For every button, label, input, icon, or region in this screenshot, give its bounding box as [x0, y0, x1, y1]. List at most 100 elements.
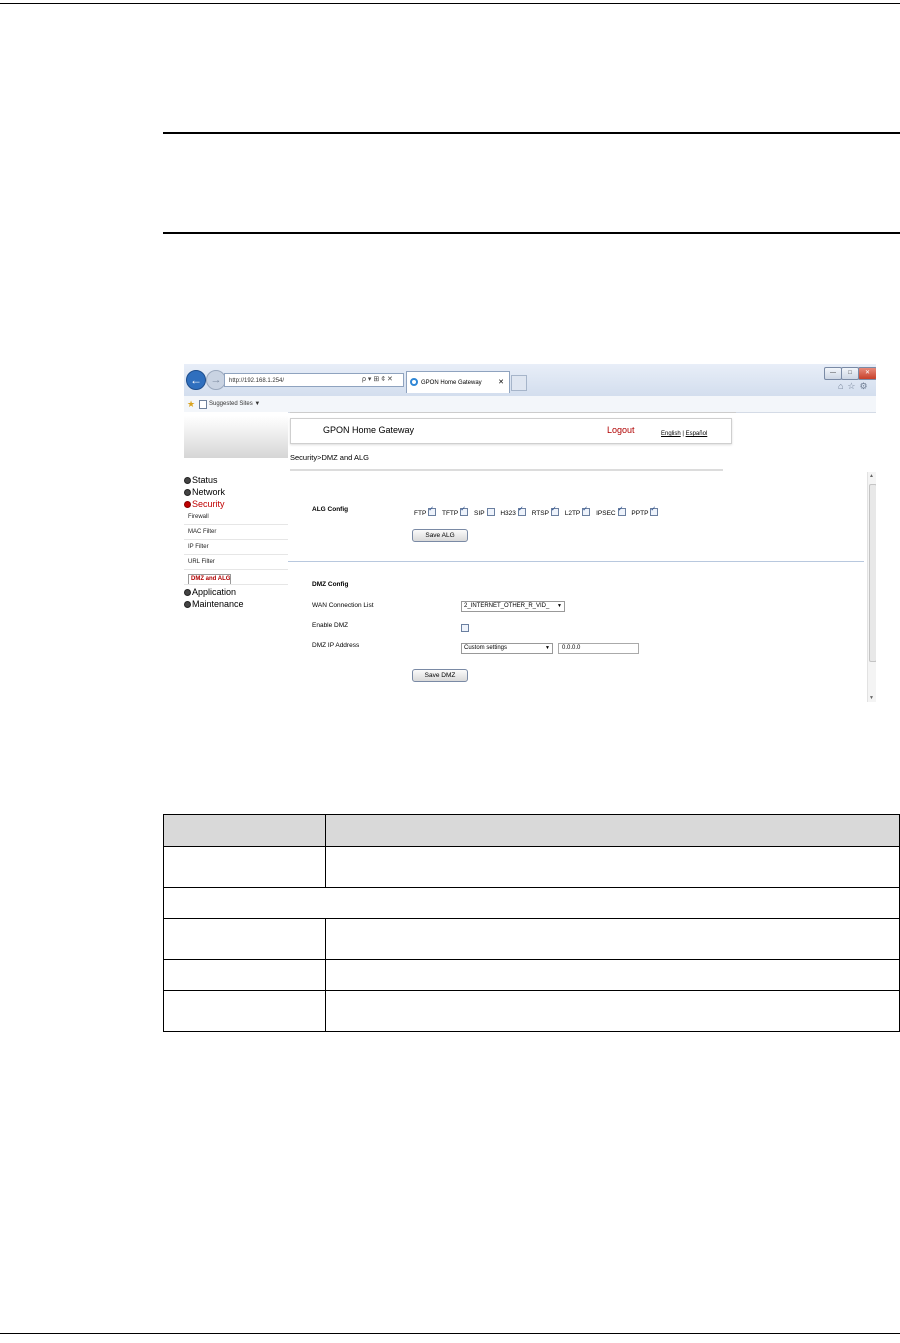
note-top-rule	[163, 132, 900, 134]
dropdown-arrow-icon: ▼	[545, 645, 550, 651]
menu-network[interactable]: Network	[184, 487, 225, 498]
home-star-gear-icons[interactable]: ⌂☆⚙	[838, 381, 872, 392]
tab-close-icon[interactable]: ✕	[498, 372, 504, 394]
wan-connection-select[interactable]: 2_INTERNET_OTHER_R_VID_ ▼	[461, 601, 565, 612]
expand-icon	[184, 477, 191, 484]
alg-ftp-checkbox[interactable]	[428, 505, 437, 516]
table-header-row	[163, 814, 900, 847]
menu-security[interactable]: Security	[184, 499, 225, 510]
alg-sip-checkbox[interactable]	[486, 508, 495, 516]
header-top-line	[290, 412, 736, 413]
enable-dmz-label: Enable DMZ	[312, 622, 349, 629]
table-cell	[163, 846, 326, 888]
alg-sip-label: SIP	[474, 510, 485, 517]
page-top-rule	[0, 3, 900, 4]
alg-config-title: ALG Config	[312, 506, 349, 513]
menu-mac-filter[interactable]: MAC Filter	[188, 529, 216, 535]
language-links: English | Español	[661, 431, 707, 437]
nav-header-bar	[184, 416, 288, 458]
alg-rtsp-checkbox[interactable]	[550, 505, 559, 516]
gateway-header: GPON Home Gateway Logout English | Españ…	[290, 418, 732, 444]
menu-maintenance[interactable]: Maintenance	[184, 599, 244, 610]
alg-pptp-checkbox[interactable]	[650, 505, 659, 516]
section-divider	[288, 561, 864, 562]
maximize-button[interactable]: □	[841, 367, 859, 380]
table-header-cell	[163, 814, 326, 847]
logout-link[interactable]: Logout	[607, 425, 635, 435]
alg-rtsp-label: RTSP	[531, 510, 549, 517]
close-window-button[interactable]: ✕	[858, 367, 876, 380]
alg-protocol-list: FTP TFTP SIP H323 RTSP L2TP IPSEC PPTP	[414, 505, 662, 517]
alg-l2tp-label: L2TP	[564, 510, 581, 517]
parameter-table	[163, 814, 900, 1032]
new-tab-button[interactable]	[511, 375, 527, 391]
menu-status[interactable]: Status	[184, 475, 218, 486]
table-cell	[325, 959, 900, 991]
product-name: GPON Home Gateway	[323, 425, 415, 435]
save-alg-button[interactable]: Save ALG	[412, 529, 468, 542]
table-cell	[325, 990, 900, 1032]
menu-application[interactable]: Application	[184, 587, 236, 598]
breadcrumb: Security>DMZ and ALG	[290, 453, 369, 462]
alg-tftp-checkbox[interactable]	[460, 505, 469, 516]
menu-divider	[184, 524, 288, 525]
note-bottom-rule	[163, 232, 900, 234]
table-cell	[325, 846, 900, 888]
dropdown-arrow-icon: ▼	[557, 603, 562, 609]
menu-divider	[184, 539, 288, 540]
ie-logo-icon	[410, 378, 418, 386]
table-row	[163, 846, 900, 888]
enable-dmz-checkbox[interactable]	[461, 624, 469, 632]
favorites-star-icon[interactable]: ★	[187, 396, 195, 412]
expand-icon	[184, 489, 191, 496]
menu-ip-filter[interactable]: IP Filter	[188, 544, 209, 550]
alg-h323-checkbox[interactable]	[517, 505, 526, 516]
breadcrumb-divider	[290, 469, 723, 471]
dmz-ip-mode-value: Custom settings	[464, 645, 508, 651]
lang-spanish-link[interactable]: Español	[686, 431, 708, 437]
dmz-alg-screenshot: ← → http://192.168.1.254/ ρ ▾ ⊞ ¢ ✕ GPON…	[184, 364, 876, 702]
table-cell	[163, 918, 326, 960]
wan-connection-value: 2_INTERNET_OTHER_R_VID_	[464, 603, 550, 609]
expand-icon	[184, 601, 191, 608]
menu-divider	[184, 584, 288, 585]
table-header-cell	[325, 814, 900, 847]
dmz-ip-input[interactable]: 0.0.0.0	[558, 643, 639, 654]
suggested-sites-link[interactable]: Suggested Sites ▼	[209, 396, 260, 412]
alg-ipsec-label: IPSEC	[596, 510, 616, 517]
alg-ftp-label: FTP	[414, 510, 427, 517]
table-row	[163, 959, 900, 991]
wan-connection-label: WAN Connection List	[312, 602, 374, 609]
scroll-thumb[interactable]	[869, 484, 876, 662]
lang-english-link[interactable]: English	[661, 431, 681, 437]
dmz-config-title: DMZ Config	[312, 581, 349, 588]
alg-ipsec-checkbox[interactable]	[617, 505, 626, 516]
menu-divider	[184, 554, 288, 555]
alg-pptp-label: PPTP	[631, 510, 649, 517]
browser-tab[interactable]: GPON Home Gateway ✕	[406, 371, 510, 393]
menu-firewall[interactable]: Firewall	[188, 514, 209, 520]
favorites-bar: ★ Suggested Sites ▼	[184, 396, 876, 413]
page-icon	[199, 400, 207, 409]
alg-h323-label: H323	[500, 510, 516, 517]
table-cell	[163, 959, 326, 991]
alg-l2tp-checkbox[interactable]	[582, 505, 591, 516]
dmz-ip-label: DMZ IP Address	[312, 642, 360, 649]
table-row	[163, 918, 900, 960]
address-tools-icons[interactable]: ρ ▾ ⊞ ¢ ✕	[362, 373, 393, 387]
minimize-button[interactable]: —	[824, 367, 842, 380]
dmz-ip-mode-select[interactable]: Custom settings ▼	[461, 643, 553, 654]
browser-titlebar: ← → http://192.168.1.254/ ρ ▾ ⊞ ¢ ✕ GPON…	[184, 364, 876, 396]
page-scrollbar[interactable]: ▲ ▼	[867, 472, 876, 702]
forward-icon[interactable]: →	[206, 370, 226, 390]
tab-title: GPON Home Gateway	[421, 380, 482, 386]
save-dmz-button[interactable]: Save DMZ	[412, 669, 468, 682]
page-bottom-rule	[0, 1333, 900, 1334]
menu-url-filter[interactable]: URL Filter	[188, 559, 215, 565]
back-icon[interactable]: ←	[186, 370, 206, 390]
scroll-up-icon[interactable]: ▲	[869, 473, 874, 479]
table-section-row	[163, 887, 900, 919]
left-nav	[184, 412, 288, 702]
menu-divider	[184, 569, 288, 570]
scroll-down-icon[interactable]: ▼	[869, 695, 874, 701]
